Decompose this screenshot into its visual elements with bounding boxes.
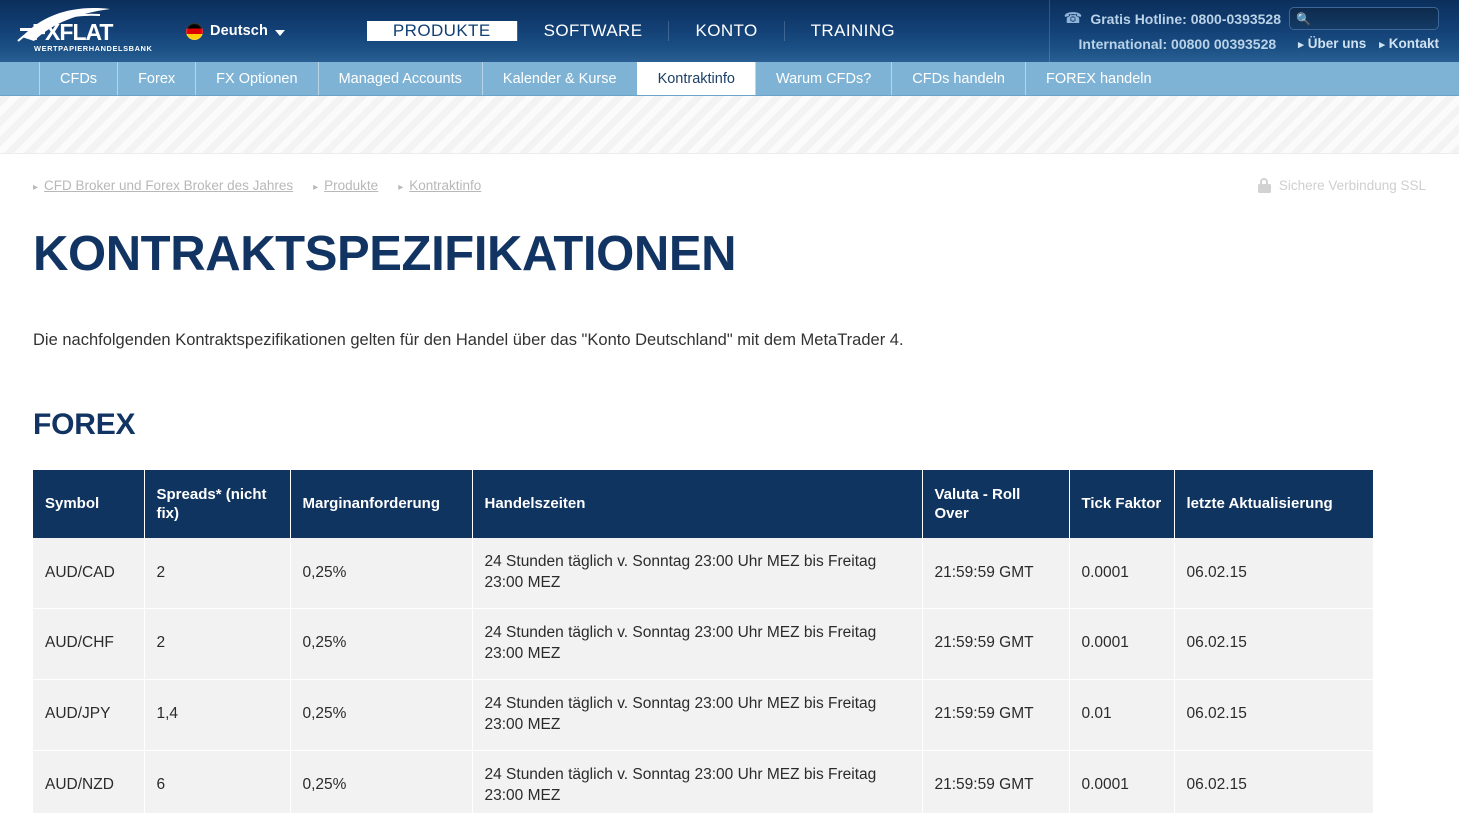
- cell-hours: 24 Stunden täglich v. Sonntag 23:00 Uhr …: [472, 679, 923, 751]
- lock-icon: [1257, 177, 1271, 193]
- cell-symbol: AUD/CAD: [33, 538, 145, 609]
- cell-spread: 2: [144, 538, 291, 609]
- nav-item-training[interactable]: TRAINING: [783, 21, 921, 41]
- international-text: International: 00800 00393528: [1078, 35, 1277, 52]
- cell-margin: 0,25%: [290, 608, 473, 680]
- table-body: AUD/CAD 2 0,25% 24 Stunden täglich v. So…: [33, 538, 1373, 813]
- meta-link-ueber-uns[interactable]: Über uns: [1298, 36, 1367, 51]
- main-content: CFD Broker und Forex Broker des Jahres P…: [0, 154, 1459, 813]
- forex-specifications-table: Symbol Spreads* (nicht fix) Marginanford…: [33, 470, 1373, 813]
- meta-link-kontakt[interactable]: Kontakt: [1379, 36, 1439, 51]
- column-header-valuta: Valuta - Roll Over: [922, 470, 1070, 539]
- cell-valuta: 21:59:59 GMT: [922, 538, 1070, 609]
- cell-valuta: 21:59:59 GMT: [922, 750, 1070, 813]
- search-icon: 🔍: [1296, 11, 1311, 26]
- column-header-updated: letzte Aktualisierung: [1174, 470, 1373, 539]
- table-row: AUD/JPY 1,4 0,25% 24 Stunden täglich v. …: [33, 679, 1373, 751]
- breadcrumb-item-home[interactable]: CFD Broker und Forex Broker des Jahres: [33, 178, 293, 193]
- site-header: FXFLAT WERTPAPIERHANDELSBANK Deutsch PRO…: [0, 0, 1459, 62]
- header-left: FXFLAT WERTPAPIERHANDELSBANK Deutsch PRO…: [0, 0, 921, 62]
- subnav-item-forex[interactable]: Forex: [117, 62, 195, 95]
- cell-spread: 6: [144, 750, 291, 813]
- subnav-item-kontraktinfo[interactable]: Kontraktinfo: [636, 62, 755, 95]
- cell-hours: 24 Stunden täglich v. Sonntag 23:00 Uhr …: [472, 538, 923, 609]
- breadcrumb-row: CFD Broker und Forex Broker des Jahres P…: [33, 154, 1426, 208]
- subnav-item-fx-optionen[interactable]: FX Optionen: [195, 62, 317, 95]
- ssl-label: Sichere Verbindung SSL: [1278, 177, 1426, 193]
- language-selector[interactable]: Deutsch: [186, 22, 285, 40]
- cell-hours: 24 Stunden täglich v. Sonntag 23:00 Uhr …: [472, 608, 923, 680]
- cell-tick: 0.0001: [1069, 608, 1175, 680]
- table-header-row: Symbol Spreads* (nicht fix) Marginanford…: [33, 470, 1373, 539]
- cell-updated: 06.02.15: [1174, 538, 1373, 609]
- nav-item-konto[interactable]: KONTO: [668, 21, 783, 41]
- main-navigation: PRODUKTE SOFTWARE KONTO TRAINING: [366, 21, 921, 41]
- meta-links: Über uns Kontakt: [1298, 31, 1439, 56]
- search-box[interactable]: 🔍: [1289, 7, 1439, 30]
- hotline-text: Gratis Hotline: 0800-0393528: [1090, 10, 1281, 27]
- cell-updated: 06.02.15: [1174, 608, 1373, 680]
- table-header: Symbol Spreads* (nicht fix) Marginanford…: [33, 470, 1373, 539]
- ssl-indicator: Sichere Verbindung SSL: [1257, 177, 1426, 193]
- subnav-item-cfds-handeln[interactable]: CFDs handeln: [891, 62, 1025, 95]
- column-header-hours: Handelszeiten: [472, 470, 923, 539]
- cell-updated: 06.02.15: [1174, 750, 1373, 813]
- hotline-row: ☎ Gratis Hotline: 0800-0393528 🔍: [1064, 6, 1439, 31]
- international-row: International: 00800 00393528 Über uns K…: [1079, 31, 1440, 56]
- cell-spread: 1,4: [144, 679, 291, 751]
- cell-symbol: AUD/JPY: [33, 679, 145, 751]
- search-input[interactable]: [1315, 11, 1432, 26]
- cell-updated: 06.02.15: [1174, 679, 1373, 751]
- column-header-symbol: Symbol: [33, 470, 145, 539]
- column-header-margin: Marginanforderung: [290, 470, 473, 539]
- nav-item-produkte[interactable]: PRODUKTE: [366, 21, 517, 41]
- svg-text:FXFLAT: FXFLAT: [32, 19, 113, 45]
- table-row: AUD/CHF 2 0,25% 24 Stunden täglich v. So…: [33, 608, 1373, 680]
- subnav-item-cfds[interactable]: CFDs: [39, 62, 117, 95]
- page-title: KONTRAKTSPEZIFIKATIONEN: [33, 227, 737, 281]
- breadcrumb-item-kontraktinfo[interactable]: Kontraktinfo: [398, 178, 481, 193]
- subnav-item-kalender-kurse[interactable]: Kalender & Kurse: [481, 62, 637, 95]
- language-label: Deutsch: [210, 23, 268, 39]
- table-row: AUD/CAD 2 0,25% 24 Stunden täglich v. So…: [33, 538, 1373, 609]
- german-flag-icon: [186, 22, 203, 40]
- cell-tick: 0.01: [1069, 679, 1175, 751]
- column-header-tick: Tick Faktor: [1069, 470, 1175, 539]
- cell-valuta: 21:59:59 GMT: [922, 679, 1070, 751]
- chevron-down-icon: [274, 29, 285, 36]
- cell-symbol: AUD/CHF: [33, 608, 145, 680]
- sub-navigation: CFDs Forex FX Optionen Managed Accounts …: [0, 62, 1459, 96]
- nav-item-software[interactable]: SOFTWARE: [516, 21, 669, 41]
- subnav-item-managed-accounts[interactable]: Managed Accounts: [317, 62, 482, 95]
- svg-text:WERTPAPIERHANDELSBANK: WERTPAPIERHANDELSBANK: [34, 44, 152, 53]
- decorative-stripe-band: [0, 96, 1459, 154]
- subnav-item-forex-handeln[interactable]: FOREX handeln: [1024, 62, 1172, 95]
- subnav-item-warum-cfds[interactable]: Warum CFDs?: [754, 62, 891, 95]
- cell-valuta: 21:59:59 GMT: [922, 608, 1070, 680]
- cell-tick: 0.0001: [1069, 538, 1175, 609]
- table-row: AUD/NZD 6 0,25% 24 Stunden täglich v. So…: [33, 750, 1373, 813]
- cell-margin: 0,25%: [290, 538, 473, 609]
- cell-hours: 24 Stunden täglich v. Sonntag 23:00 Uhr …: [472, 750, 923, 813]
- cell-spread: 2: [144, 608, 291, 680]
- cell-symbol: AUD/NZD: [33, 750, 145, 813]
- section-title-forex: FOREX: [33, 408, 136, 442]
- fxflat-logo[interactable]: FXFLAT WERTPAPIERHANDELSBANK: [14, 7, 164, 55]
- breadcrumb-item-produkte[interactable]: Produkte: [313, 178, 378, 193]
- cell-margin: 0,25%: [290, 679, 473, 751]
- cell-margin: 0,25%: [290, 750, 473, 813]
- telephone-icon: ☎: [1063, 10, 1083, 27]
- breadcrumb: CFD Broker und Forex Broker des Jahres P…: [33, 178, 481, 193]
- column-header-spreads: Spreads* (nicht fix): [144, 470, 291, 539]
- header-contact-block: ☎ Gratis Hotline: 0800-0393528 🔍 Interna…: [1048, 0, 1459, 62]
- intro-paragraph: Die nachfolgenden Kontraktspezifikatione…: [33, 331, 904, 349]
- cell-tick: 0.0001: [1069, 750, 1175, 813]
